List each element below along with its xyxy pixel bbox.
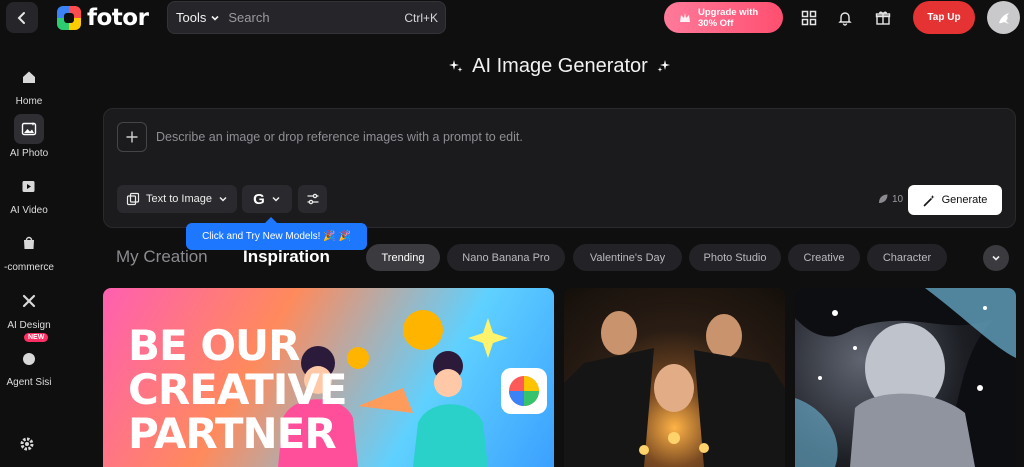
gift-button[interactable] [871,6,895,30]
top-bar: fotor Tools Ctrl+K Upgrade with 30% Off [0,0,1024,36]
sidebar-item-agent-sisi[interactable]: NEW Agent Sisi [0,333,58,388]
leaf-icon [879,194,888,203]
upgrade-line-1: Upgrade with [698,6,759,18]
upgrade-button[interactable]: Upgrade with 30% Off [664,2,783,33]
logo-text: fotor [87,5,149,31]
sidebar-item-label: Agent Sisi [6,377,52,388]
sidebar-item-ai-photo[interactable]: AI Photo [0,114,58,159]
agent-icon [14,343,44,373]
mode-dropdown[interactable]: Text to Image [117,185,237,213]
search-input[interactable] [228,2,405,33]
upgrade-line-2: 30% Off [698,17,734,29]
home-icon [14,62,44,92]
sidebar: Home AI Photo AI Video -commerce AI Desi… [0,50,58,467]
tools-dropdown[interactable]: Tools [168,2,228,33]
design-icon [14,286,44,316]
sidebar-item-label: AI Design [7,320,51,331]
credits-counter: 10 [877,193,903,205]
grid-icon [801,10,817,26]
tab-my-creation[interactable]: My Creation [116,247,208,267]
tab-inspiration[interactable]: Inspiration [243,247,330,267]
crown-icon [680,12,690,22]
gallery-card-candlelight-portrait[interactable] [564,288,785,467]
sidebar-item-label: AI Video [10,205,48,216]
sliders-icon [307,193,318,205]
top-up-button[interactable]: Tap Up [913,1,975,34]
sidebar-item-label: Home [15,96,43,107]
back-button[interactable] [6,2,38,33]
bird-avatar-icon [998,12,1009,24]
portrait-image [564,311,785,467]
model-dropdown[interactable]: G [242,185,292,213]
ink-illustration-image [795,288,1016,467]
sparkle-icon [449,60,463,72]
shopping-bag-icon [14,228,44,258]
new-badge: NEW [24,333,49,342]
page-title-text: AI Image Generator [472,54,648,77]
search-shortcut: Ctrl+K [404,10,439,25]
card-headline: BE OUR CREATIVE PARTNER [128,321,348,458]
magic-wand-icon [923,194,935,206]
ai-photo-icon [14,114,44,144]
ai-video-icon [14,171,44,201]
google-model-icon: G [253,190,265,208]
generate-button[interactable]: Generate [908,185,1002,215]
chip-trending[interactable]: Trending [366,244,440,271]
sidebar-item-ai-design[interactable]: AI Design [0,286,58,331]
mode-label: Text to Image [145,193,213,205]
plus-icon [126,131,138,143]
sidebar-item-ai-video[interactable]: AI Video [0,171,58,216]
settings-sliders-button[interactable] [298,185,327,213]
chevron-left-icon [17,11,25,24]
chip-character[interactable]: Character [867,244,947,271]
chip-nano-banana-pro[interactable]: Nano Banana Pro [447,244,565,271]
search-bar: Tools Ctrl+K [167,1,446,34]
sidebar-item-home[interactable]: Home [0,62,58,107]
fotor-logo-icon [57,6,81,30]
notifications-button[interactable] [833,6,857,30]
chip-creative[interactable]: Creative [788,244,860,271]
app-root: fotor Tools Ctrl+K Upgrade with 30% Off [0,0,1024,467]
bell-icon [838,12,852,26]
gift-icon [875,11,891,25]
apps-grid-button[interactable] [797,6,821,30]
sidebar-item-ecommerce[interactable]: -commerce [0,228,58,273]
page-title: AI Image Generator [438,52,682,80]
sidebar-item-label: AI Photo [9,148,49,159]
chevron-down-icon [219,196,227,202]
chevron-down-icon [211,15,219,21]
text-to-image-icon [126,192,140,206]
new-models-tooltip[interactable]: Click and Try New Models! 🎉 🎉 [186,217,367,250]
gallery-card-space-warrior[interactable] [795,288,1016,467]
prompt-input[interactable] [156,125,976,149]
chips-expand-button[interactable] [983,245,1009,271]
add-reference-button[interactable] [117,122,147,152]
chip-valentines-day[interactable]: Valentine's Day [573,244,682,271]
gallery-card-creative-partner[interactable]: BE OUR CREATIVE PARTNER [103,288,554,467]
chevron-down-icon [272,196,280,202]
sparkle-icon [657,60,670,72]
gear-icon [20,437,34,451]
chevron-down-icon [992,255,1000,261]
settings-button[interactable] [17,434,37,454]
generate-label: Generate [941,194,988,206]
prompt-panel: Text to Image G 10 Generate [103,108,1016,228]
fotor-logo[interactable]: fotor [57,5,149,31]
upgrade-text: Upgrade with 30% Off [698,7,758,29]
credits-value: 10 [892,193,904,205]
avatar[interactable] [987,1,1020,34]
chip-photo-studio[interactable]: Photo Studio [689,244,781,271]
tools-label: Tools [176,10,207,25]
sidebar-item-label: -commerce [3,262,54,273]
